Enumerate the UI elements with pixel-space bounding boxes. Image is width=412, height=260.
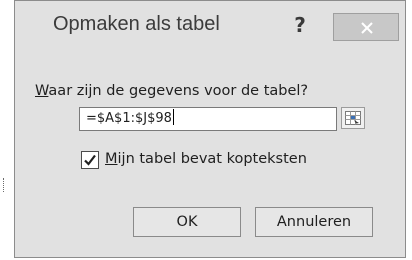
- cancel-button[interactable]: Annuleren: [255, 207, 373, 237]
- range-prompt-text: aar zijn de gegevens voor de tabel?: [48, 83, 309, 99]
- range-collapse-icon: [345, 111, 361, 125]
- headers-checkbox[interactable]: [81, 151, 99, 169]
- help-button[interactable]: ?: [287, 11, 313, 39]
- headers-checkbox-text: ijn tabel bevat kopteksten: [117, 151, 307, 167]
- format-as-table-dialog: Opmaken als tabel ? Waar zijn de gegeven…: [14, 0, 406, 258]
- checkmark-icon: [84, 154, 96, 166]
- range-prompt-mnemonic: W: [35, 83, 49, 99]
- dialog-title: Opmaken als tabel: [53, 13, 220, 35]
- range-input[interactable]: =$A$1:$J$98: [79, 107, 337, 131]
- title-bar: Opmaken als tabel ?: [15, 1, 405, 53]
- text-caret: [172, 109, 174, 125]
- close-icon: [361, 22, 373, 34]
- ok-button[interactable]: OK: [133, 207, 241, 237]
- range-input-value: =$A$1:$J$98: [86, 111, 172, 126]
- range-prompt-label: Waar zijn de gegevens voor de tabel?: [35, 83, 308, 99]
- headers-checkbox-mnemonic: M: [105, 151, 118, 167]
- range-collapse-button[interactable]: [341, 107, 365, 129]
- background-mark: [3, 178, 5, 192]
- close-button[interactable]: [333, 13, 399, 41]
- page: Opmaken als tabel ? Waar zijn de gegeven…: [0, 0, 412, 260]
- headers-checkbox-label: Mijn tabel bevat kopteksten: [105, 151, 307, 167]
